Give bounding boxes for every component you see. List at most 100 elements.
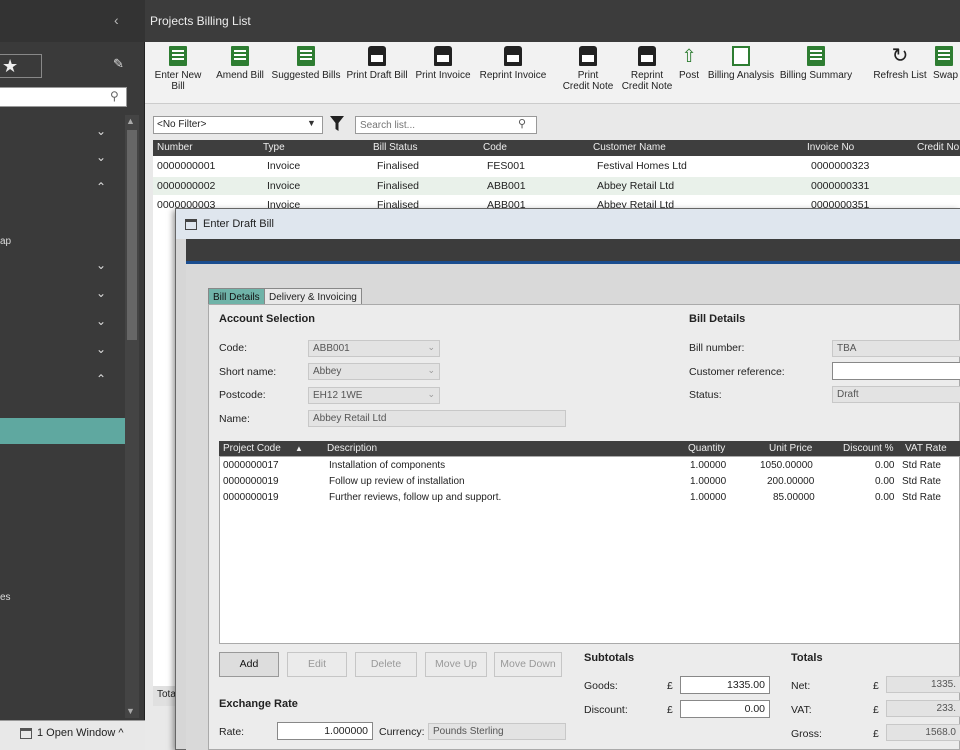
column-header-type[interactable]: Type	[263, 142, 285, 153]
column-header-quantity[interactable]: Quantity	[688, 443, 725, 454]
filter-funnel-icon[interactable]	[330, 116, 344, 132]
column-header-vat-rate[interactable]: VAT Rate	[905, 443, 947, 454]
table-row[interactable]: 0000000019 Further reviews, follow up and…	[219, 490, 960, 506]
column-header-code[interactable]: Code	[483, 142, 507, 153]
chevron-down-icon[interactable]: ⌄	[96, 342, 106, 356]
totals-heading: Totals	[791, 652, 823, 664]
discount-input[interactable]: 0.00	[680, 700, 770, 718]
nav-item-label[interactable]: ap	[0, 236, 11, 247]
currency-symbol: £	[873, 680, 879, 692]
edit-button[interactable]: Edit	[287, 652, 347, 677]
currency-symbol: £	[667, 704, 673, 716]
exchange-rate-heading: Exchange Rate	[219, 698, 298, 710]
short-name-field[interactable]: Abbey ⌄	[308, 363, 440, 380]
gross-field: 1568.0	[886, 724, 960, 741]
chevron-down-icon[interactable]: ⌄	[427, 342, 435, 353]
column-header-project-code[interactable]: Project Code	[223, 443, 281, 454]
amend-bill-button[interactable]: Amend Bill	[211, 46, 269, 81]
nav-scrollbar-thumb[interactable]	[127, 130, 137, 340]
list-header: Number Type Bill Status Code Customer Na…	[153, 140, 960, 156]
open-windows-button[interactable]: 1 Open Window ^	[20, 727, 123, 739]
customer-reference-input[interactable]	[832, 362, 960, 380]
table-row[interactable]: 0000000019 Follow up review of installati…	[219, 474, 960, 490]
column-header-number[interactable]: Number	[157, 142, 193, 153]
chevron-up-icon[interactable]: ⌃	[96, 180, 106, 194]
suggested-bills-button[interactable]: Suggested Bills	[271, 46, 341, 81]
chevron-down-icon[interactable]: ⌄	[96, 286, 106, 300]
dialog-header-band	[186, 239, 960, 261]
table-row[interactable]: 0000000002 Invoice Finalised ABB001 Abbey Re…	[153, 177, 960, 195]
sort-ascending-icon[interactable]: ▲	[295, 444, 303, 453]
navigation-pane	[0, 0, 145, 750]
bill-number-label: Bill number:	[689, 342, 745, 354]
discount-label: Discount:	[584, 704, 628, 716]
billing-analysis-button[interactable]: Billing Analysis	[707, 46, 775, 81]
tab-delivery-invoicing[interactable]: Delivery & Invoicing	[264, 288, 362, 305]
column-header-customer-name[interactable]: Customer Name	[593, 142, 666, 153]
code-label: Code:	[219, 342, 248, 354]
printer-icon	[638, 46, 656, 66]
currency-label: Currency:	[379, 726, 425, 738]
column-header-unit-price[interactable]: Unit Price	[769, 443, 812, 454]
nav-item-label[interactable]: es	[0, 592, 11, 603]
print-invoice-button[interactable]: Print Invoice	[413, 46, 473, 81]
search-icon[interactable]: ⚲	[110, 89, 119, 103]
bill-lines-header: Project Code ▲ Description Quantity Unit…	[219, 441, 960, 456]
toolbar: Enter New Bill Amend Bill Suggested Bill…	[145, 42, 960, 104]
post-icon: ⇧	[681, 46, 697, 66]
scroll-down-icon[interactable]: ▼	[126, 706, 135, 716]
billing-summary-button[interactable]: Billing Summary	[779, 46, 853, 81]
table-row[interactable]: 0000000003 Invoice Finalised ABB001 Abbey Re…	[153, 196, 960, 208]
search-list-input[interactable]	[355, 116, 537, 134]
enter-new-bill-button[interactable]: Enter New Bill	[147, 46, 209, 92]
currency-field: Pounds Sterling	[428, 723, 566, 740]
column-header-bill-status[interactable]: Bill Status	[373, 142, 417, 153]
chevron-down-icon[interactable]: ⌄	[96, 258, 106, 272]
favourites-star-icon[interactable]: ★	[0, 54, 42, 78]
swap-button[interactable]: Swap	[933, 46, 960, 81]
add-button[interactable]: Add	[219, 652, 279, 677]
postcode-field[interactable]: EH12 1WE ⌄	[308, 387, 440, 404]
tab-bill-details[interactable]: Bill Details	[208, 288, 265, 305]
nav-item-active[interactable]	[0, 418, 125, 444]
refresh-icon: ↻	[891, 45, 909, 67]
column-header-description[interactable]: Description	[327, 443, 377, 454]
column-header-credit-no[interactable]: Credit No	[917, 142, 959, 153]
move-down-button[interactable]: Move Down	[494, 652, 562, 677]
collapse-nav-icon[interactable]: ‹	[114, 12, 126, 28]
refresh-list-button[interactable]: ↻ Refresh List	[870, 46, 930, 81]
post-button[interactable]: ⇧ Post	[675, 46, 703, 81]
printer-icon	[579, 46, 597, 66]
move-up-button[interactable]: Move Up	[425, 652, 487, 677]
column-header-discount[interactable]: Discount %	[843, 443, 894, 454]
column-header-invoice-no[interactable]: Invoice No	[807, 142, 854, 153]
amend-bill-icon	[231, 46, 249, 66]
chevron-down-icon[interactable]: ▼	[307, 118, 316, 128]
chevron-down-icon[interactable]: ⌄	[96, 124, 106, 138]
currency-symbol: £	[667, 680, 673, 692]
table-row[interactable]: 0000000017 Installation of components 1.00…	[219, 458, 960, 474]
table-row[interactable]: 0000000001 Invoice Finalised FES001 Festival…	[153, 157, 960, 175]
reprint-invoice-button[interactable]: Reprint Invoice	[475, 46, 551, 81]
rate-input[interactable]: 1.000000	[277, 722, 373, 740]
chevron-up-icon[interactable]: ⌃	[96, 372, 106, 386]
edit-pencil-icon[interactable]: ✎	[113, 56, 124, 72]
bill-number-field: TBA	[832, 340, 960, 357]
print-credit-note-button[interactable]: Print Credit Note	[559, 46, 617, 92]
vat-label: VAT:	[791, 704, 812, 716]
chevron-down-icon[interactable]: ⌄	[96, 150, 106, 164]
chevron-down-icon[interactable]: ⌄	[96, 314, 106, 328]
status-field: Draft	[832, 386, 960, 403]
code-field[interactable]: ABB001 ⌄	[308, 340, 440, 357]
nav-search-input[interactable]	[0, 87, 127, 107]
filter-select[interactable]: <No Filter>	[153, 116, 323, 134]
chevron-down-icon[interactable]: ⌄	[427, 389, 435, 400]
page-title: Projects Billing List	[145, 0, 960, 42]
reprint-credit-note-button[interactable]: Reprint Credit Note	[619, 46, 675, 92]
delete-button[interactable]: Delete	[355, 652, 417, 677]
scroll-up-icon[interactable]: ▲	[126, 116, 135, 126]
print-draft-bill-button[interactable]: Print Draft Bill	[343, 46, 411, 81]
printer-icon	[504, 46, 522, 66]
chevron-down-icon[interactable]: ⌄	[427, 365, 435, 376]
search-icon[interactable]: ⚲	[518, 117, 526, 130]
